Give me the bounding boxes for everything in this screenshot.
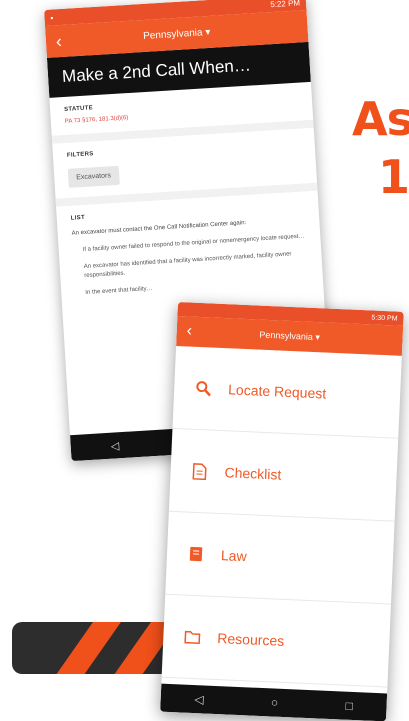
menu-label: Resources <box>217 630 285 649</box>
state-selector[interactable]: Pennsylvania ▾ <box>143 26 211 41</box>
back-arrow-icon[interactable]: ‹ <box>186 322 192 340</box>
search-icon <box>194 379 213 398</box>
menu-label: Checklist <box>224 464 281 482</box>
menu-item-locate-request[interactable]: Locate Request <box>172 346 401 439</box>
state-selector[interactable]: Pennsylvania ▾ <box>259 329 320 343</box>
book-icon <box>187 545 206 564</box>
menu-label: Law <box>221 547 247 564</box>
status-time: 5:22 PM <box>270 0 300 9</box>
nav-bar: ◁ ○ □ <box>160 684 387 721</box>
nav-recent-icon[interactable]: □ <box>345 699 353 713</box>
nav-home-icon[interactable]: ○ <box>271 695 279 709</box>
menu-item-checklist[interactable]: Checklist <box>169 429 398 522</box>
filters-label: FILTERS <box>67 139 301 159</box>
list-section: LIST An excavator must contact the One C… <box>56 191 324 310</box>
headline-line-1: As <box>352 92 409 146</box>
document-icon <box>190 462 209 481</box>
decorative-stripe <box>12 622 172 674</box>
folder-icon <box>183 628 202 647</box>
menu-item-resources[interactable]: Resources <box>162 595 391 688</box>
status-time: 5:30 PM <box>371 314 397 322</box>
back-arrow-icon[interactable]: ‹ <box>55 30 62 51</box>
menu-item-law[interactable]: Law <box>165 512 394 605</box>
filter-chip[interactable]: Excavators <box>68 166 120 188</box>
menu-label: Locate Request <box>228 381 327 401</box>
signal-icon: ▪ <box>50 13 53 22</box>
headline-line-2: 1 <box>378 150 409 204</box>
nav-back-icon[interactable]: ◁ <box>110 439 119 452</box>
phone-front-screen: 5:30 PM ‹ Pennsylvania ▾ Locate Request … <box>160 302 404 721</box>
nav-back-icon[interactable]: ◁ <box>194 692 204 706</box>
list-item: An excavator has identified that a facil… <box>84 249 309 281</box>
